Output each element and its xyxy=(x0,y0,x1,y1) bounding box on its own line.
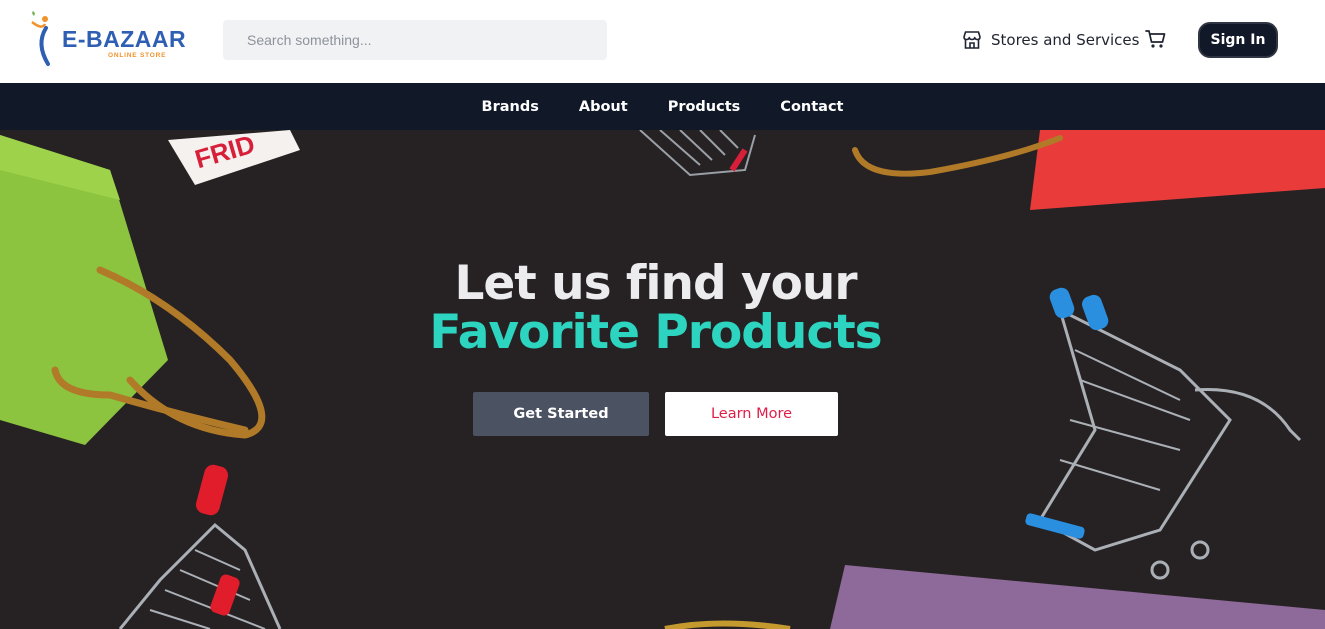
red-cart-illustration xyxy=(118,464,282,629)
hero-title-line1: Let us find your xyxy=(454,256,857,311)
hero-section: FRID Let us find your Favorite Products … xyxy=(0,130,1325,629)
logo-tagline: ONLINE STORE xyxy=(108,52,167,59)
get-started-button[interactable]: Get Started xyxy=(473,392,649,436)
stores-and-services-link[interactable]: Stores and Services xyxy=(962,28,1139,52)
main-nav: Brands About Products Contact xyxy=(0,83,1325,130)
learn-more-button[interactable]: Learn More xyxy=(665,392,838,436)
sign-in-button[interactable]: Sign In xyxy=(1198,22,1278,58)
stores-label: Stores and Services xyxy=(991,31,1140,49)
hero-background-image: FRID xyxy=(0,130,1325,629)
nav-item-products[interactable]: Products xyxy=(668,99,741,115)
cart-icon xyxy=(1145,30,1166,48)
purple-bag-illustration xyxy=(664,565,1325,629)
logo-name: E-BAZAAR xyxy=(62,26,187,52)
red-bag-illustration xyxy=(852,130,1325,210)
logo[interactable]: E-BAZAAR ONLINE STORE xyxy=(28,10,188,70)
cart-button[interactable] xyxy=(1145,28,1169,52)
hero-title-line2: Favorite Products xyxy=(429,305,882,360)
nav-item-contact[interactable]: Contact xyxy=(780,99,843,115)
friday-sign-illustration: FRID xyxy=(168,130,300,185)
nav-item-about[interactable]: About xyxy=(579,99,628,115)
top-cart-illustration xyxy=(639,130,756,177)
store-icon xyxy=(963,31,981,49)
site-header: E-BAZAAR ONLINE STORE Stores and Service… xyxy=(0,0,1325,83)
search-input[interactable] xyxy=(223,20,607,60)
nav-item-brands[interactable]: Brands xyxy=(482,99,539,115)
